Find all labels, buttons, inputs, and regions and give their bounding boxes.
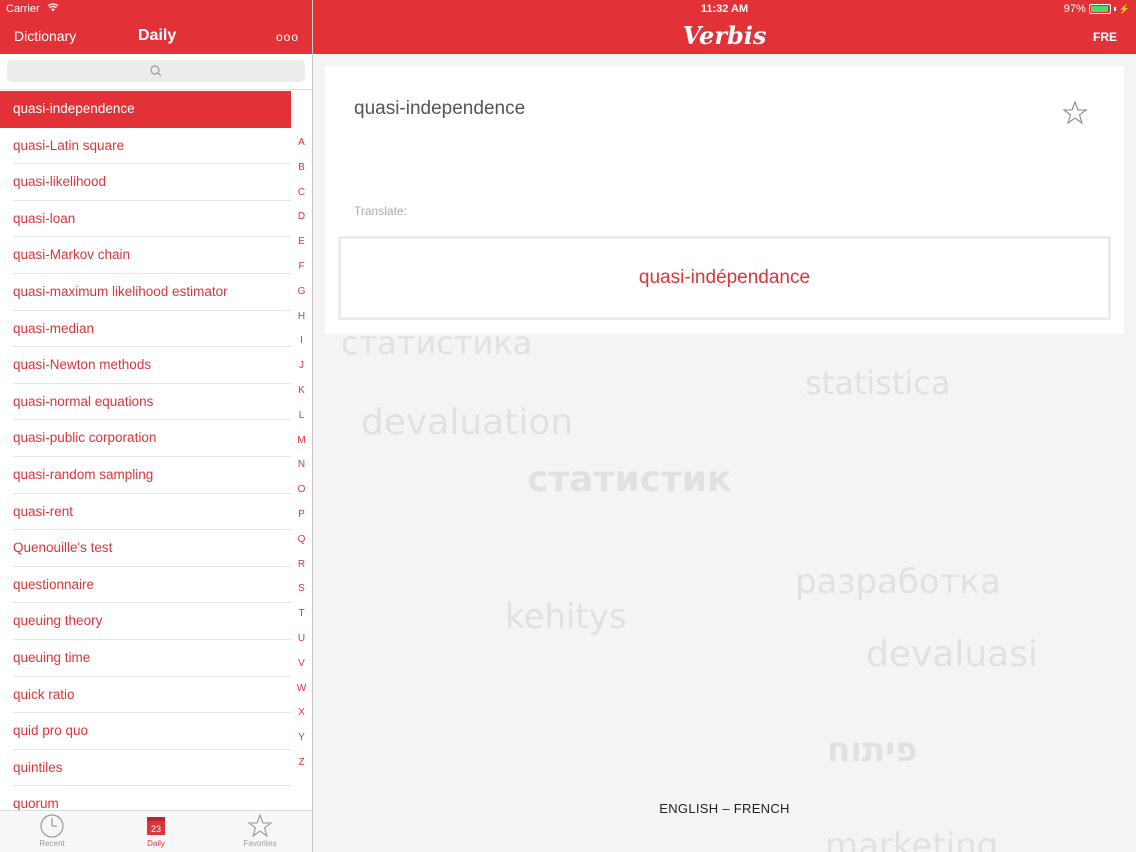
tab-favorites-label: Favorites xyxy=(243,839,277,848)
translate-label: Translate: xyxy=(354,204,407,218)
alphabet-index-letter[interactable]: M xyxy=(291,429,312,454)
carrier-label: Carrier xyxy=(6,3,40,15)
background-word: פיתוח xyxy=(827,730,918,770)
list-item[interactable]: quasi-independence xyxy=(0,91,291,128)
list-item[interactable]: quick ratio xyxy=(0,677,291,714)
background-word: разработка xyxy=(795,562,1001,602)
background-word: kehitys xyxy=(505,597,627,637)
alphabet-index-letter[interactable]: A xyxy=(291,131,312,156)
list-item[interactable]: quasi-public corporation xyxy=(0,420,291,457)
list-item[interactable]: quintiles xyxy=(0,750,291,787)
background-word: devaluasi xyxy=(866,634,1039,675)
alphabet-index-letter[interactable]: S xyxy=(291,577,312,602)
language-pair-label: ENGLISH – FRENCH xyxy=(659,801,790,816)
status-carrier: Carrier xyxy=(6,3,59,15)
alphabet-index-letter[interactable]: W xyxy=(291,677,312,702)
alphabet-index-letter[interactable]: G xyxy=(291,280,312,305)
tab-daily[interactable]: 23 Daily xyxy=(121,813,191,848)
alphabet-index-letter[interactable]: K xyxy=(291,379,312,404)
list-item[interactable]: quasi-Markov chain xyxy=(0,237,291,274)
star-icon xyxy=(247,813,273,838)
app-title: Verbis xyxy=(682,21,767,50)
alphabet-index-letter[interactable]: D xyxy=(291,205,312,230)
alphabet-index-letter[interactable]: U xyxy=(291,627,312,652)
search-icon xyxy=(148,63,164,79)
list-item[interactable]: quasi-median xyxy=(0,311,291,348)
sidebar-header: Carrier Dictionary Daily ooo xyxy=(0,0,312,54)
tab-bar: Recent 23 Daily Favorites xyxy=(0,810,312,852)
alphabet-index[interactable]: ABCDEFGHIJKLMNOPQRSTUVWXYZ xyxy=(291,131,312,776)
wifi-icon xyxy=(47,3,59,15)
battery-icon xyxy=(1088,4,1111,14)
more-options-button[interactable]: ooo xyxy=(276,30,299,44)
alphabet-index-letter[interactable]: R xyxy=(291,553,312,578)
dictionary-nav-button[interactable]: Dictionary xyxy=(14,28,76,44)
calendar-day: 23 xyxy=(151,824,161,834)
alphabet-index-letter[interactable]: O xyxy=(291,478,312,503)
alphabet-index-letter[interactable]: Y xyxy=(291,726,312,751)
list-item[interactable]: quasi-loan xyxy=(0,201,291,238)
background-word: devaluation xyxy=(361,402,574,443)
battery-percent: 97% xyxy=(1063,3,1086,15)
list-item[interactable]: quasi-rent xyxy=(0,494,291,531)
entry-term: quasi-independence xyxy=(354,98,526,119)
calendar-icon: 23 xyxy=(147,817,165,835)
alphabet-index-letter[interactable]: J xyxy=(291,354,312,379)
status-time: 11:32 AM xyxy=(700,3,749,15)
list-item[interactable]: quid pro quo xyxy=(0,713,291,750)
alphabet-index-letter[interactable]: Z xyxy=(291,751,312,776)
list-item[interactable]: Quenouille's test xyxy=(0,530,291,567)
list-item[interactable]: quasi-maximum likelihood estimator xyxy=(0,274,291,311)
alphabet-index-letter[interactable]: F xyxy=(291,255,312,280)
favorite-star-icon[interactable] xyxy=(1062,100,1088,126)
alphabet-index-letter[interactable]: V xyxy=(291,652,312,677)
main-header: 11:32 AM 97% ⚡ Verbis FRE xyxy=(313,0,1136,54)
list-item[interactable]: queuing time xyxy=(0,640,291,677)
list-item[interactable]: questionnaire xyxy=(0,567,291,604)
battery-nub xyxy=(1113,7,1116,11)
status-battery: 97% ⚡ xyxy=(1064,3,1130,15)
list-item[interactable]: quasi-Latin square xyxy=(0,128,291,165)
alphabet-index-letter[interactable]: B xyxy=(291,156,312,181)
tab-daily-label: Daily xyxy=(147,839,165,848)
charging-icon: ⚡ xyxy=(1118,3,1130,14)
daily-nav-title: Daily xyxy=(138,27,177,44)
clock-icon xyxy=(40,814,64,838)
list-item[interactable]: queuing theory xyxy=(0,603,291,640)
word-list: quasi-independence quasi-Latin square quas… xyxy=(0,91,291,811)
alphabet-index-letter[interactable]: E xyxy=(291,230,312,255)
list-item[interactable]: quasi-normal equations xyxy=(0,384,291,421)
alphabet-index-letter[interactable]: H xyxy=(291,305,312,330)
translation-text: quasi-indépendance xyxy=(638,267,811,288)
language-selector-button[interactable]: FRE xyxy=(1093,30,1117,44)
tab-favorites[interactable]: Favorites xyxy=(225,813,295,848)
search-field[interactable] xyxy=(7,60,305,82)
background-word: statistica xyxy=(805,364,951,402)
alphabet-index-letter[interactable]: C xyxy=(291,181,312,206)
tab-recent-label: Recent xyxy=(39,839,65,848)
search-bar xyxy=(0,54,312,90)
alphabet-index-letter[interactable]: I xyxy=(291,329,312,354)
list-item[interactable]: quasi-Newton methods xyxy=(0,347,291,384)
alphabet-index-letter[interactable]: L xyxy=(291,404,312,429)
list-item[interactable]: quorum xyxy=(0,786,291,811)
alphabet-index-letter[interactable]: X xyxy=(291,701,312,726)
alphabet-index-letter[interactable]: P xyxy=(291,503,312,528)
list-item[interactable]: quasi-likelihood xyxy=(0,164,291,201)
translation-box: quasi-indépendance xyxy=(338,236,1111,320)
list-item[interactable]: quasi-random sampling xyxy=(0,457,291,494)
background-word: marketing xyxy=(825,826,999,852)
tab-recent[interactable]: Recent xyxy=(17,813,87,848)
entry-card: quasi-independence Translate: quasi-indé… xyxy=(325,66,1124,334)
alphabet-index-letter[interactable]: T xyxy=(291,602,312,627)
alphabet-index-letter[interactable]: N xyxy=(291,453,312,478)
background-word: статистик xyxy=(527,459,732,500)
alphabet-index-letter[interactable]: Q xyxy=(291,528,312,553)
